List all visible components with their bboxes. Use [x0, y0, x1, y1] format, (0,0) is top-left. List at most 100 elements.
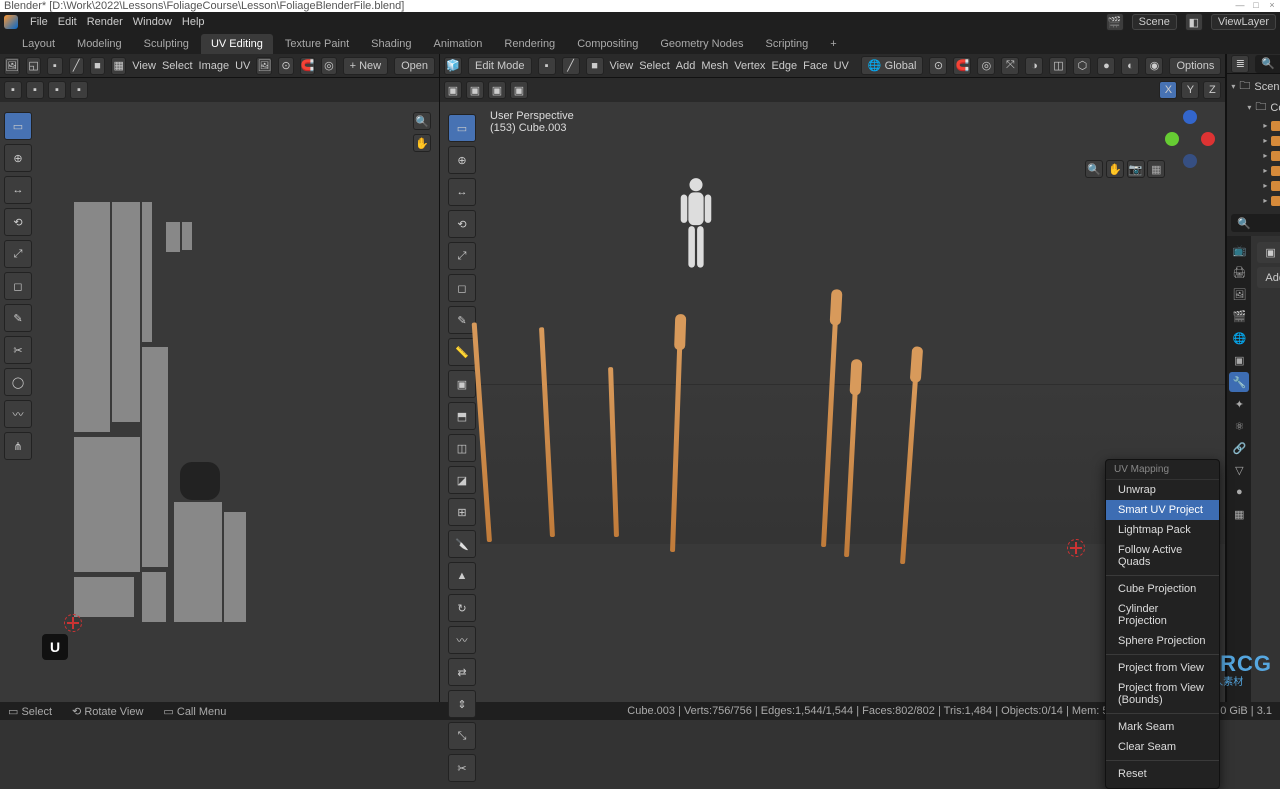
- tool-move[interactable]: ↔: [448, 178, 476, 206]
- ctx-unwrap[interactable]: Unwrap: [1106, 480, 1219, 500]
- tab-animation[interactable]: Animation: [424, 34, 493, 54]
- ptab-render[interactable]: 📺: [1229, 240, 1249, 260]
- tab-modeling[interactable]: Modeling: [67, 34, 132, 54]
- disclosure-icon[interactable]: ▾: [1247, 103, 1251, 112]
- viewport-perspective-toggle[interactable]: ▦: [1147, 160, 1165, 178]
- menu-window[interactable]: Window: [133, 16, 172, 28]
- outliner-item-0[interactable]: ▸BezierCurve.001⎋👁📷: [1231, 118, 1280, 133]
- ctx-smart-uv-project[interactable]: Smart UV Project: [1106, 500, 1219, 520]
- ptab-object[interactable]: ▣: [1229, 350, 1249, 370]
- outliner-collection[interactable]: ▾ 🗀 Collection ☑👁📷: [1231, 97, 1280, 118]
- disclosure-icon[interactable]: ▸: [1263, 136, 1267, 145]
- menu-help[interactable]: Help: [182, 16, 205, 28]
- tool-poly-build[interactable]: ▲: [448, 562, 476, 590]
- ptab-output[interactable]: 🖨: [1229, 262, 1249, 282]
- uv-tool-relax[interactable]: 〰: [4, 400, 32, 428]
- ctx-clear-seam[interactable]: Clear Seam: [1106, 737, 1219, 757]
- ctx-mark-seam[interactable]: Mark Seam: [1106, 717, 1219, 737]
- tab-rendering[interactable]: Rendering: [494, 34, 565, 54]
- uv-2d-cursor[interactable]: [64, 614, 82, 632]
- tool-cursor[interactable]: ⊕: [448, 146, 476, 174]
- disclosure-icon[interactable]: ▸: [1263, 151, 1267, 160]
- outliner-item-1[interactable]: ▸BezierCurve.002⎋👁📷: [1231, 133, 1280, 148]
- viewport-filter-z[interactable]: Z: [1203, 81, 1221, 99]
- viewport-3d-cursor[interactable]: [1067, 539, 1085, 557]
- orientation-dropdown[interactable]: 🌐 Global: [861, 56, 924, 75]
- ctx-lightmap-pack[interactable]: Lightmap Pack: [1106, 520, 1219, 540]
- uv-snap-toggle[interactable]: 🧲: [300, 57, 316, 75]
- tab-layout[interactable]: Layout: [12, 34, 65, 54]
- uv-display-channel-4[interactable]: ▪: [70, 81, 88, 99]
- ctx-cylinder-projection[interactable]: Cylinder Projection: [1106, 599, 1219, 631]
- properties-breadcrumb[interactable]: ▣ Cube.003 📌: [1257, 242, 1280, 263]
- ptab-particles[interactable]: ✦: [1229, 394, 1249, 414]
- uv-select-mode-island[interactable]: ▦: [111, 57, 126, 75]
- menu-edit[interactable]: Edit: [58, 16, 77, 28]
- tool-scale[interactable]: ⤢: [448, 242, 476, 270]
- shading-solid[interactable]: ●: [1097, 57, 1115, 75]
- window-maximize-button[interactable]: □: [1248, 0, 1264, 12]
- ptab-physics[interactable]: ⚛: [1229, 416, 1249, 436]
- scene-selector[interactable]: Scene: [1132, 14, 1177, 30]
- uv-menu-view[interactable]: View: [132, 60, 156, 72]
- viewlayer-icon[interactable]: ◧: [1185, 13, 1203, 31]
- snap-toggle[interactable]: 🧲: [953, 57, 971, 75]
- mesh-option-2[interactable]: ▣: [466, 81, 484, 99]
- uv-tool-grab[interactable]: ◯: [4, 368, 32, 396]
- tool-loop-cut[interactable]: ⊞: [448, 498, 476, 526]
- viewport-menu-view[interactable]: View: [610, 60, 634, 72]
- proportional-edit-toggle[interactable]: ◎: [977, 57, 995, 75]
- tool-add-cube[interactable]: ▣: [448, 370, 476, 398]
- ctx-cube-projection[interactable]: Cube Projection: [1106, 579, 1219, 599]
- disclosure-icon[interactable]: ▸: [1263, 196, 1267, 205]
- tab-uv-editing[interactable]: UV Editing: [201, 34, 273, 54]
- outliner-item-4[interactable]: ▸BezierCurve.005⎋👁📷: [1231, 178, 1280, 193]
- viewport-menu-mesh[interactable]: Mesh: [701, 60, 728, 72]
- tab-texture-paint[interactable]: Texture Paint: [275, 34, 359, 54]
- uv-select-mode-face[interactable]: ■: [90, 57, 105, 75]
- uv-tool-transform[interactable]: ◻: [4, 272, 32, 300]
- ctx-follow-active-quads[interactable]: Follow Active Quads: [1106, 540, 1219, 572]
- menu-render[interactable]: Render: [87, 16, 123, 28]
- viewport-mode-dropdown[interactable]: Edit Mode: [468, 57, 532, 75]
- ptab-data[interactable]: ▽: [1229, 460, 1249, 480]
- select-mode-edge[interactable]: ╱: [562, 57, 580, 75]
- uv-canvas[interactable]: [74, 202, 434, 642]
- uv-proportional-toggle[interactable]: ◎: [321, 57, 336, 75]
- tab-compositing[interactable]: Compositing: [567, 34, 648, 54]
- uv-menu-select[interactable]: Select: [162, 60, 193, 72]
- disclosure-icon[interactable]: ▸: [1263, 181, 1267, 190]
- viewport-menu-face[interactable]: Face: [803, 60, 827, 72]
- gizmo-toggle[interactable]: ⤧: [1001, 57, 1019, 75]
- ctx-project-from-view[interactable]: Project from View: [1106, 658, 1219, 678]
- mesh-option-3[interactable]: ▣: [488, 81, 506, 99]
- outliner-editor-type-dropdown[interactable]: ≣: [1231, 55, 1249, 73]
- uv-pan-button[interactable]: ✋: [413, 134, 431, 152]
- uv-menu-uv[interactable]: UV: [235, 60, 250, 72]
- shading-material[interactable]: ◐: [1121, 57, 1139, 75]
- tool-bevel[interactable]: ◪: [448, 466, 476, 494]
- uv-tool-rip[interactable]: ✂: [4, 336, 32, 364]
- tool-rip[interactable]: ✂: [448, 754, 476, 782]
- tool-rotate[interactable]: ⟲: [448, 210, 476, 238]
- uv-display-channel-2[interactable]: ▪: [26, 81, 44, 99]
- ptab-constraints[interactable]: 🔗: [1229, 438, 1249, 458]
- uv-menu-image[interactable]: Image: [199, 60, 230, 72]
- window-close-button[interactable]: ×: [1264, 0, 1280, 12]
- tool-inset[interactable]: ◫: [448, 434, 476, 462]
- add-modifier-dropdown[interactable]: Add Modifier ▾: [1257, 267, 1280, 288]
- viewport-filter-x[interactable]: X: [1159, 81, 1177, 99]
- uv-tool-select-box[interactable]: ▭: [4, 112, 32, 140]
- viewlayer-selector[interactable]: ViewLayer: [1211, 14, 1276, 30]
- tool-shear[interactable]: ⤡: [448, 722, 476, 750]
- outliner-item-2[interactable]: ▸BezierCurve.003⎋👁📷: [1231, 148, 1280, 163]
- uv-sync-toggle[interactable]: ◱: [26, 57, 41, 75]
- xray-toggle[interactable]: ◫: [1049, 57, 1067, 75]
- outliner-search-bottom[interactable]: 🔍: [1231, 214, 1280, 232]
- uv-tool-scale[interactable]: ⤢: [4, 240, 32, 268]
- ptab-world[interactable]: 🌐: [1229, 328, 1249, 348]
- uv-new-image-button[interactable]: + New: [343, 57, 389, 75]
- ctx-project-from-view-bounds[interactable]: Project from View (Bounds): [1106, 678, 1219, 710]
- viewport-menu-select[interactable]: Select: [639, 60, 670, 72]
- disclosure-icon[interactable]: ▸: [1263, 121, 1267, 130]
